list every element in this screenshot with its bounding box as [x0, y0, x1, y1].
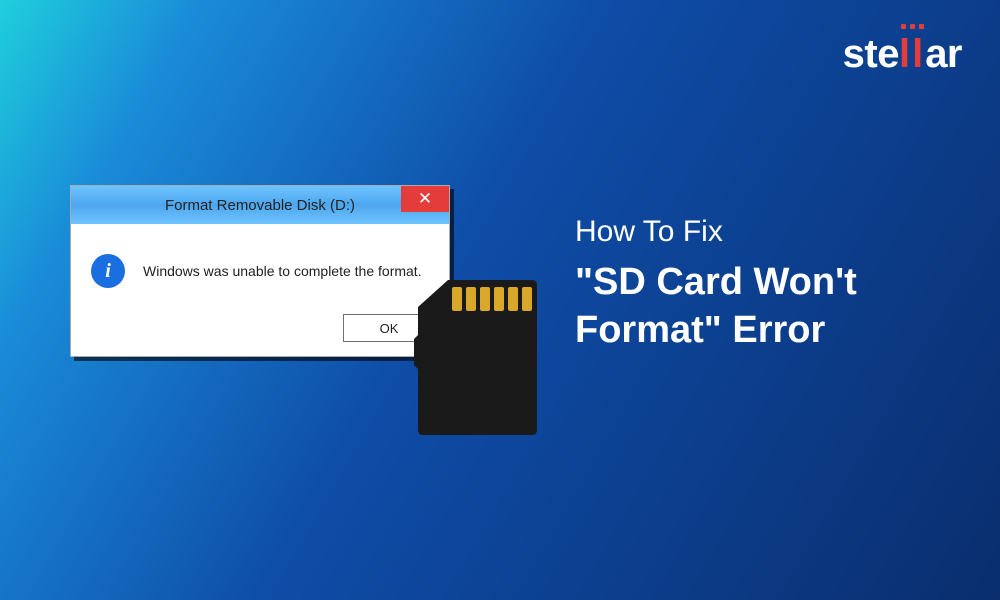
brand-text-3: ar — [925, 32, 962, 76]
article-headline: How To Fix "SD Card Won't Format" Error — [575, 215, 975, 354]
dialog-titlebar: Format Removable Disk (D:) ✕ — [71, 186, 449, 224]
headline-main: "SD Card Won't Format" Error — [575, 259, 975, 354]
dialog-title: Format Removable Disk (D:) — [165, 197, 355, 214]
brand-accent-dots — [874, 24, 924, 29]
brand-text-1: ste — [843, 32, 899, 76]
format-error-dialog: Format Removable Disk (D:) ✕ i Windows w… — [70, 185, 450, 357]
dialog-message: Windows was unable to complete the forma… — [143, 263, 422, 279]
sd-card-illustration — [410, 275, 545, 440]
dialog-body: i Windows was unable to complete the for… — [71, 224, 449, 314]
brand-logo: stellar — [843, 32, 962, 77]
info-icon: i — [91, 254, 125, 288]
dialog-button-row: OK — [71, 314, 449, 356]
close-icon: ✕ — [418, 189, 432, 209]
brand-text-2: ll — [899, 32, 925, 77]
close-button[interactable]: ✕ — [401, 186, 449, 212]
headline-intro: How To Fix — [575, 215, 975, 249]
